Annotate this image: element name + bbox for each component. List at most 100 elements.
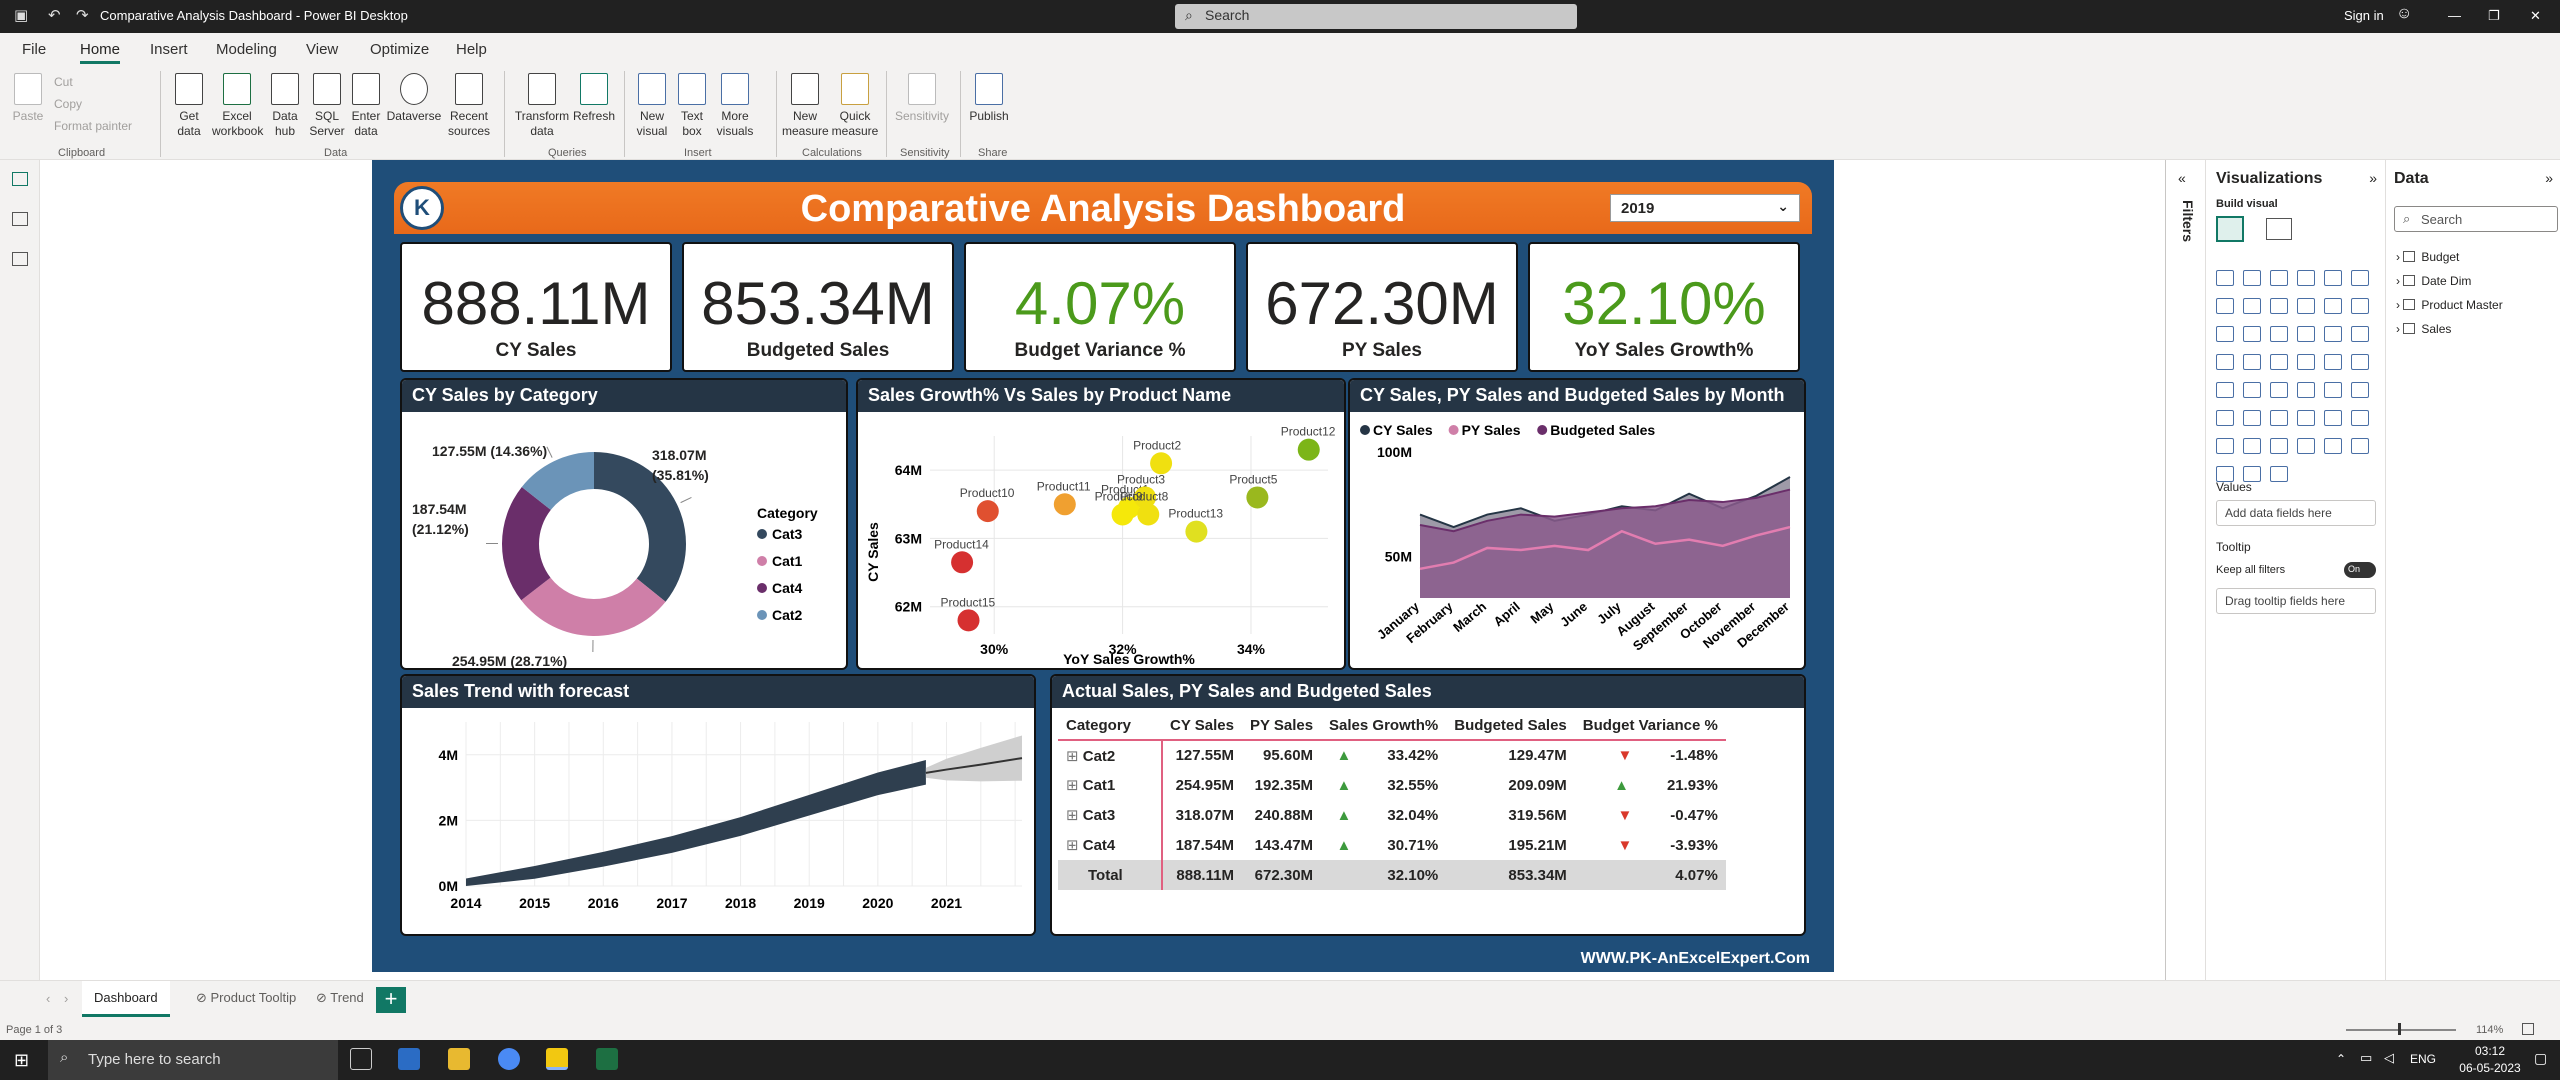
task-view-icon[interactable]: [350, 1048, 372, 1070]
column-header[interactable]: Category: [1058, 712, 1162, 741]
transform-data-button[interactable]: Transform data: [512, 73, 572, 139]
excel-taskbar-icon[interactable]: [596, 1048, 618, 1070]
tab-file[interactable]: File: [22, 41, 46, 58]
year-slicer[interactable]: 2019 ⌄: [1610, 194, 1800, 222]
new-visual-button[interactable]: New visual: [632, 73, 672, 139]
fit-page-icon[interactable]: [2522, 1023, 2534, 1035]
expand-row-icon[interactable]: ⊞: [1066, 777, 1083, 794]
visual-type-icon[interactable]: [2243, 298, 2261, 314]
maximize-button[interactable]: ❐: [2488, 8, 2500, 24]
visual-type-icon[interactable]: [2270, 298, 2288, 314]
table-view-icon[interactable]: [12, 212, 28, 226]
visual-type-icon[interactable]: [2324, 382, 2342, 398]
visual-type-icon[interactable]: [2216, 410, 2234, 426]
tab-optimize[interactable]: Optimize: [370, 41, 429, 58]
visual-type-icon[interactable]: [2297, 270, 2315, 286]
format-painter-button[interactable]: Format painter: [54, 119, 132, 133]
save-icon[interactable]: ▣: [14, 6, 28, 24]
dataverse-button[interactable]: Dataverse: [386, 73, 442, 124]
visual-type-icon[interactable]: [2243, 438, 2261, 454]
tab-view[interactable]: View: [306, 41, 338, 58]
tab-insert[interactable]: Insert: [150, 41, 188, 58]
data-search-input[interactable]: ⌕ Search: [2394, 206, 2558, 232]
expand-icon[interactable]: »: [2545, 170, 2553, 186]
power-bi-icon[interactable]: [546, 1048, 568, 1070]
zoom-thumb[interactable]: [2398, 1023, 2401, 1035]
more-visuals-button[interactable]: More visuals: [710, 73, 760, 139]
keep-filters-toggle[interactable]: On: [2344, 562, 2376, 578]
format-visual-icon[interactable]: [2266, 218, 2292, 240]
visual-type-icon[interactable]: [2324, 298, 2342, 314]
visual-type-icon[interactable]: [2324, 438, 2342, 454]
close-button[interactable]: ✕: [2530, 8, 2541, 24]
footer-link[interactable]: WWW.PK-AnExcelExpert.Com: [1581, 950, 1810, 968]
matrix-card[interactable]: Actual Sales, PY Sales and Budgeted Sale…: [1050, 674, 1806, 936]
next-page-icon[interactable]: ›: [64, 991, 68, 1006]
visual-type-icon[interactable]: [2270, 466, 2288, 482]
get-data-button[interactable]: Get data: [168, 73, 210, 139]
page-tab-dashboard[interactable]: Dashboard: [82, 981, 170, 1017]
field-table-item[interactable]: › Date Dim: [2396, 274, 2471, 288]
expand-row-icon[interactable]: ⊞: [1066, 807, 1083, 824]
visual-type-icon[interactable]: [2351, 298, 2369, 314]
month-card[interactable]: CY Sales, PY Sales and Budgeted Sales by…: [1348, 378, 1806, 670]
word-doc-icon[interactable]: [398, 1048, 420, 1070]
visual-type-icon[interactable]: [2297, 382, 2315, 398]
data-hub-button[interactable]: Data hub: [264, 73, 306, 139]
enter-data-button[interactable]: Enter data: [346, 73, 386, 139]
file-explorer-icon[interactable]: [448, 1048, 470, 1070]
language-indicator[interactable]: ENG: [2410, 1052, 2436, 1066]
visual-type-icon[interactable]: [2270, 410, 2288, 426]
visual-type-icon[interactable]: [2270, 354, 2288, 370]
minimize-button[interactable]: —: [2448, 8, 2461, 23]
column-header[interactable]: Budgeted Sales: [1446, 712, 1575, 741]
column-header[interactable]: Budget Variance %: [1574, 712, 1726, 741]
search-box[interactable]: ⌕ Search: [1175, 4, 1577, 29]
expand-icon[interactable]: »: [2369, 170, 2377, 186]
undo-icon[interactable]: ↶: [48, 6, 61, 24]
add-page-button[interactable]: +: [376, 987, 406, 1013]
prev-page-icon[interactable]: ‹: [46, 991, 50, 1006]
visual-type-icon[interactable]: [2216, 326, 2234, 342]
visual-type-icon[interactable]: [2351, 410, 2369, 426]
quick-measure-button[interactable]: Quick measure: [830, 73, 880, 139]
visual-type-icon[interactable]: [2297, 326, 2315, 342]
taskbar-search[interactable]: ⌕ Type here to search: [48, 1040, 338, 1080]
field-table-item[interactable]: › Sales: [2396, 322, 2451, 336]
sensitivity-button[interactable]: Sensitivity: [892, 73, 952, 124]
excel-workbook-button[interactable]: Excel workbook: [212, 73, 263, 139]
kpi-card[interactable]: 853.34M Budgeted Sales: [682, 242, 954, 372]
visual-type-icon[interactable]: [2243, 410, 2261, 426]
redo-icon[interactable]: ↷: [76, 6, 89, 24]
visual-type-icon[interactable]: [2216, 438, 2234, 454]
visual-type-icon[interactable]: [2270, 326, 2288, 342]
scatter-card[interactable]: Sales Growth% Vs Sales by Product Name 3…: [856, 378, 1346, 670]
refresh-button[interactable]: Refresh: [572, 73, 616, 124]
kpi-card[interactable]: 4.07% Budget Variance %: [964, 242, 1236, 372]
column-header[interactable]: CY Sales: [1162, 712, 1242, 741]
field-table-item[interactable]: › Budget: [2396, 250, 2459, 264]
tab-help[interactable]: Help: [456, 41, 487, 58]
windows-start-icon[interactable]: ⊞: [14, 1050, 29, 1071]
trend-card[interactable]: Sales Trend with forecast 0M 2M 4M 2014 2015…: [400, 674, 1036, 936]
visual-type-icon[interactable]: [2297, 298, 2315, 314]
values-well[interactable]: Add data fields here: [2216, 500, 2376, 526]
visual-type-icon[interactable]: [2324, 326, 2342, 342]
model-view-icon[interactable]: [12, 252, 28, 266]
visual-type-icon[interactable]: [2216, 270, 2234, 286]
visual-type-icon[interactable]: [2351, 438, 2369, 454]
visual-type-icon[interactable]: [2270, 438, 2288, 454]
tab-modeling[interactable]: Modeling: [216, 41, 277, 58]
collapse-icon[interactable]: «: [2178, 170, 2186, 186]
paste-button[interactable]: Paste: [10, 73, 46, 124]
tray-chevron-icon[interactable]: ⌃: [2336, 1052, 2346, 1066]
cut-button[interactable]: Cut: [54, 75, 73, 89]
visual-type-icon[interactable]: [2243, 270, 2261, 286]
kpi-card[interactable]: 888.11M CY Sales: [400, 242, 672, 372]
kpi-card[interactable]: 672.30M PY Sales: [1246, 242, 1518, 372]
kpi-card[interactable]: 32.10% YoY Sales Growth%: [1528, 242, 1800, 372]
visual-type-icon[interactable]: [2216, 354, 2234, 370]
text-box-button[interactable]: Text box: [674, 73, 710, 139]
filters-pane[interactable]: « Filters: [2166, 160, 2206, 980]
tab-home[interactable]: Home: [80, 41, 121, 64]
